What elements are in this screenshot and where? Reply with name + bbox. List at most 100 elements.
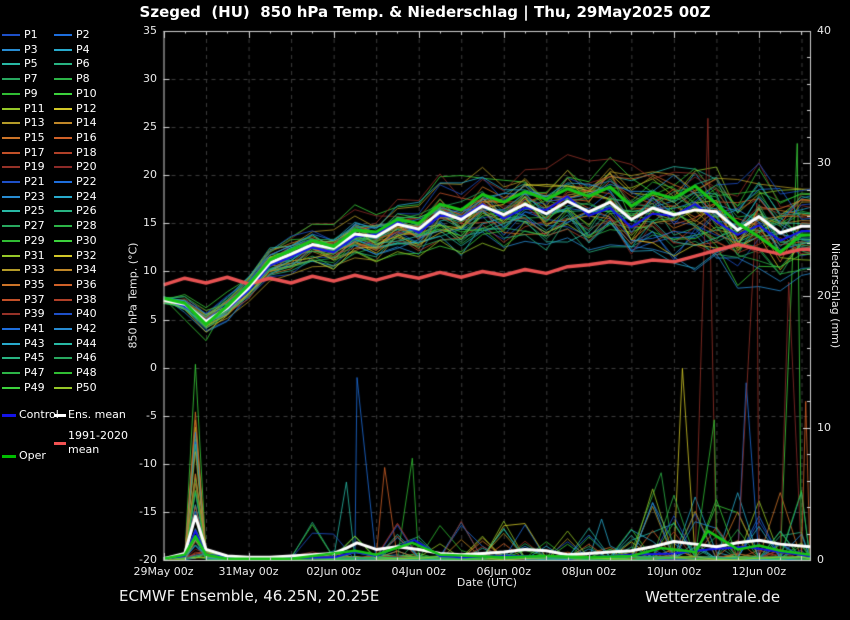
legend-item-control: Control [19,408,59,422]
legend-item-p26: P26 [76,204,97,218]
legend-swatch-p18 [54,152,72,154]
y-right-tick-label: 40 [817,24,831,38]
y-left-tick-label: 20 [109,168,157,182]
legend-item-p49: P49 [24,381,45,395]
y-left-tick-label: 0 [109,361,157,375]
legend-item-p44: P44 [76,337,97,351]
legend-swatch-p38 [54,299,72,301]
legend-swatch-p43 [2,343,20,345]
legend-swatch-p32 [54,255,72,257]
x-tick-label: 29May 00z [122,565,206,579]
legend-swatch-p1 [2,34,20,36]
legend-item-p47: P47 [24,366,45,380]
legend-item-oper: Oper [19,449,46,463]
legend-swatch-p16 [54,137,72,139]
legend-swatch-p11 [2,108,20,110]
legend-item-p41: P41 [24,322,45,336]
legend-swatch-p8 [54,78,72,80]
legend-swatch-p4 [54,49,72,51]
legend-swatch-p33 [2,269,20,271]
footer-brand-text: Wetterzentrale.de [645,588,780,606]
x-tick-label: 31May 00z [207,565,291,579]
legend-item-p46: P46 [76,351,97,365]
legend-item-p27: P27 [24,219,45,233]
legend-swatch-p2 [54,34,72,36]
y-left-tick-label: 5 [109,313,157,327]
legend-swatch-p44 [54,343,72,345]
legend-swatch-p31 [2,255,20,257]
legend-swatch-control [2,414,16,417]
y-left-tick-label: -10 [109,457,157,471]
legend-item-p5: P5 [24,57,38,71]
x-tick-label: 10Jun 00z [632,565,716,579]
y-left-tick-label: 25 [109,120,157,134]
y-left-tick-label: 10 [109,264,157,278]
ensemble-chart-canvas [0,0,850,620]
x-axis-title: Date (UTC) [367,576,607,589]
legend-swatch-p37 [2,299,20,301]
legend-item-p50: P50 [76,381,97,395]
legend-item-p39: P39 [24,307,45,321]
legend-item-p25: P25 [24,204,45,218]
legend-item-p28: P28 [76,219,97,233]
legend-item-p9: P9 [24,87,38,101]
legend-item-clim-mean-line2: mean [68,443,99,457]
legend-item-p21: P21 [24,175,45,189]
legend-swatch-p42 [54,328,72,330]
y-right-tick-label: 10 [817,421,831,435]
x-tick-label: 12Jun 00z [717,565,801,579]
y-right-tick-label: 20 [817,289,831,303]
footer-model-text: ECMWF Ensemble, 46.25N, 20.25E [119,587,379,605]
legend-item-p1: P1 [24,28,38,42]
legend-item-p31: P31 [24,249,45,263]
legend-item-p24: P24 [76,190,97,204]
legend-item-p17: P17 [24,146,45,160]
legend-item-p15: P15 [24,131,45,145]
legend-swatch-p22 [54,181,72,183]
legend-swatch-p26 [54,210,72,212]
legend-swatch-p45 [2,357,20,359]
legend-item-p32: P32 [76,249,97,263]
legend-swatch-p30 [54,240,72,242]
legend-swatch-p46 [54,357,72,359]
legend-item-clim-mean-line1: 1991-2020 [68,429,128,443]
legend-swatch-p36 [54,284,72,286]
legend-item-p7: P7 [24,72,38,86]
legend-item-p16: P16 [76,131,97,145]
legend-swatch-p19 [2,166,20,168]
legend-item-p13: P13 [24,116,45,130]
legend-swatch-p34 [54,269,72,271]
legend-swatch-p6 [54,63,72,65]
legend-swatch-p15 [2,137,20,139]
legend-swatch-p29 [2,240,20,242]
legend-swatch-p10 [54,93,72,95]
page-title: Szeged (HU) 850 hPa Temp. & Niederschlag… [0,3,850,21]
legend-swatch-p48 [54,372,72,374]
legend-item-p22: P22 [76,175,97,189]
legend-swatch-ens-mean [54,414,66,417]
legend-swatch-p28 [54,225,72,227]
legend-swatch-p17 [2,152,20,154]
legend-item-p20: P20 [76,160,97,174]
legend-swatch-p40 [54,313,72,315]
legend-item-p40: P40 [76,307,97,321]
legend-swatch-p49 [2,387,20,389]
legend-item-p8: P8 [76,72,90,86]
legend-item-p14: P14 [76,116,97,130]
y-left-tick-label: -5 [109,409,157,423]
y-right-tick-label: 0 [817,553,824,567]
legend-item-p43: P43 [24,337,45,351]
legend-item-p19: P19 [24,160,45,174]
legend-item-p34: P34 [76,263,97,277]
legend-item-p42: P42 [76,322,97,336]
y-left-tick-label: 15 [109,216,157,230]
legend-swatch-p47 [2,372,20,374]
legend-swatch-p20 [54,166,72,168]
legend-item-p33: P33 [24,263,45,277]
legend-item-p29: P29 [24,234,45,248]
legend-item-p37: P37 [24,293,45,307]
y-left-tick-label: 30 [109,72,157,86]
legend-item-p38: P38 [76,293,97,307]
legend-item-p6: P6 [76,57,90,71]
legend-item-p10: P10 [76,87,97,101]
